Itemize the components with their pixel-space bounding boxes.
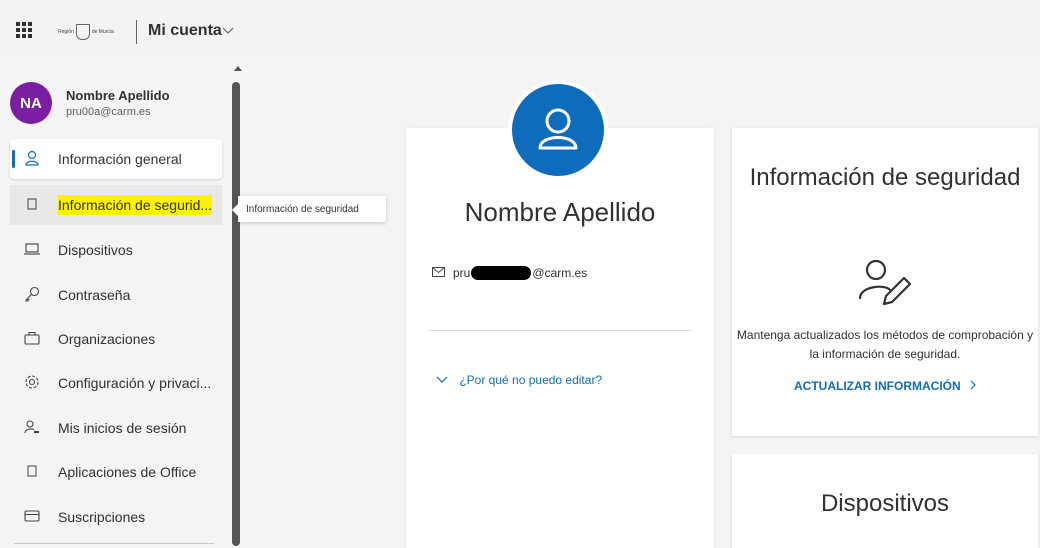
chevron-down-icon[interactable] — [222, 22, 234, 38]
sidebar-item-label: Organizaciones — [58, 331, 156, 347]
person-icon — [538, 108, 578, 150]
why-link-label: ¿Por qué no puedo editar? — [459, 373, 603, 387]
active-indicator — [12, 150, 15, 168]
office-icon — [22, 464, 42, 480]
sidebar-item-label: Aplicaciones de Office — [58, 464, 197, 480]
sidebar-item-label: Dispositivos — [58, 242, 133, 258]
top-bar: Región de Murcia Mi cuenta — [0, 0, 1040, 56]
avatar[interactable]: NA — [10, 82, 52, 124]
user-icon — [22, 150, 42, 169]
sidebar-item-label: Contraseña — [58, 287, 131, 303]
logo-text-left: Región — [58, 29, 74, 35]
user-key-icon — [22, 419, 42, 438]
tooltip: Información de seguridad — [232, 196, 386, 222]
sidebar-item-contrasena[interactable]: Contraseña — [10, 275, 222, 315]
security-icon — [22, 197, 42, 213]
card-icon — [22, 509, 42, 525]
app-title[interactable]: Mi cuenta — [148, 22, 222, 40]
user-email: pru00a@carm.es — [66, 106, 151, 118]
profile-name: Nombre Apellido — [464, 197, 656, 227]
sidebar-item-aplicaciones-office[interactable]: Aplicaciones de Office — [10, 452, 222, 492]
security-card-description: Mantenga actualizados los métodos de com… — [736, 328, 1034, 361]
briefcase-icon — [22, 331, 42, 348]
sidebar-item-organizaciones[interactable]: Organizaciones — [10, 319, 222, 359]
sidebar-item-label: Suscripciones — [58, 509, 146, 525]
profile-email: pru @carm.es — [432, 266, 587, 280]
profile-card — [406, 128, 714, 548]
redaction-mark — [471, 266, 532, 280]
profile-divider — [430, 330, 690, 331]
user-edit-icon — [856, 254, 912, 315]
sidebar-item-dispositivos[interactable]: Dispositivos — [10, 230, 222, 270]
email-prefix: pru — [453, 266, 471, 280]
sidebar-item-inicios-sesion[interactable]: Mis inicios de sesión — [10, 408, 222, 448]
organization-logo[interactable]: Región de Murcia — [58, 24, 114, 40]
key-icon — [22, 286, 42, 305]
chevron-right-icon — [970, 379, 976, 393]
sidebar-item-informacion-seguridad[interactable]: Información de segurid... — [10, 185, 222, 225]
devices-card-title: Dispositivos — [820, 490, 950, 517]
profile-photo[interactable] — [508, 80, 608, 180]
user-name: Nombre Apellido — [66, 88, 170, 103]
sidebar-item-label: Configuración y privaci... — [58, 375, 212, 391]
sidebar-item-label: Información general — [58, 151, 182, 167]
laptop-icon — [22, 242, 42, 258]
sidebar-divider — [14, 543, 214, 544]
scrollbar-thumb[interactable] — [232, 82, 240, 546]
sidebar-item-suscripciones[interactable]: Suscripciones — [10, 497, 222, 537]
gear-icon — [22, 374, 42, 393]
header-divider — [136, 20, 137, 44]
sidebar-item-label: Información de segurid... — [58, 195, 213, 215]
sidebar-item-informacion-general[interactable]: Información general — [10, 139, 222, 179]
security-card-title: Información de seguridad — [749, 164, 1021, 191]
sidebar-item-label: Mis inicios de sesión — [58, 420, 187, 436]
why-cant-edit-link[interactable]: ¿Por qué no puedo editar? — [436, 373, 602, 387]
update-info-label: ACTUALIZAR INFORMACIÓN — [794, 379, 961, 393]
chevron-down-icon — [436, 373, 451, 387]
sidebar-item-configuracion[interactable]: Configuración y privaci... — [10, 363, 222, 403]
crest-icon — [75, 24, 90, 40]
logo-text-right: de Murcia — [91, 29, 114, 35]
email-suffix: @carm.es — [532, 266, 588, 280]
profile-avatar — [512, 84, 604, 176]
scroll-up-arrow-icon[interactable] — [234, 66, 242, 71]
update-info-link[interactable]: ACTUALIZAR INFORMACIÓN — [732, 379, 1038, 393]
app-launcher-icon[interactable] — [16, 22, 32, 38]
mail-icon — [432, 266, 445, 280]
